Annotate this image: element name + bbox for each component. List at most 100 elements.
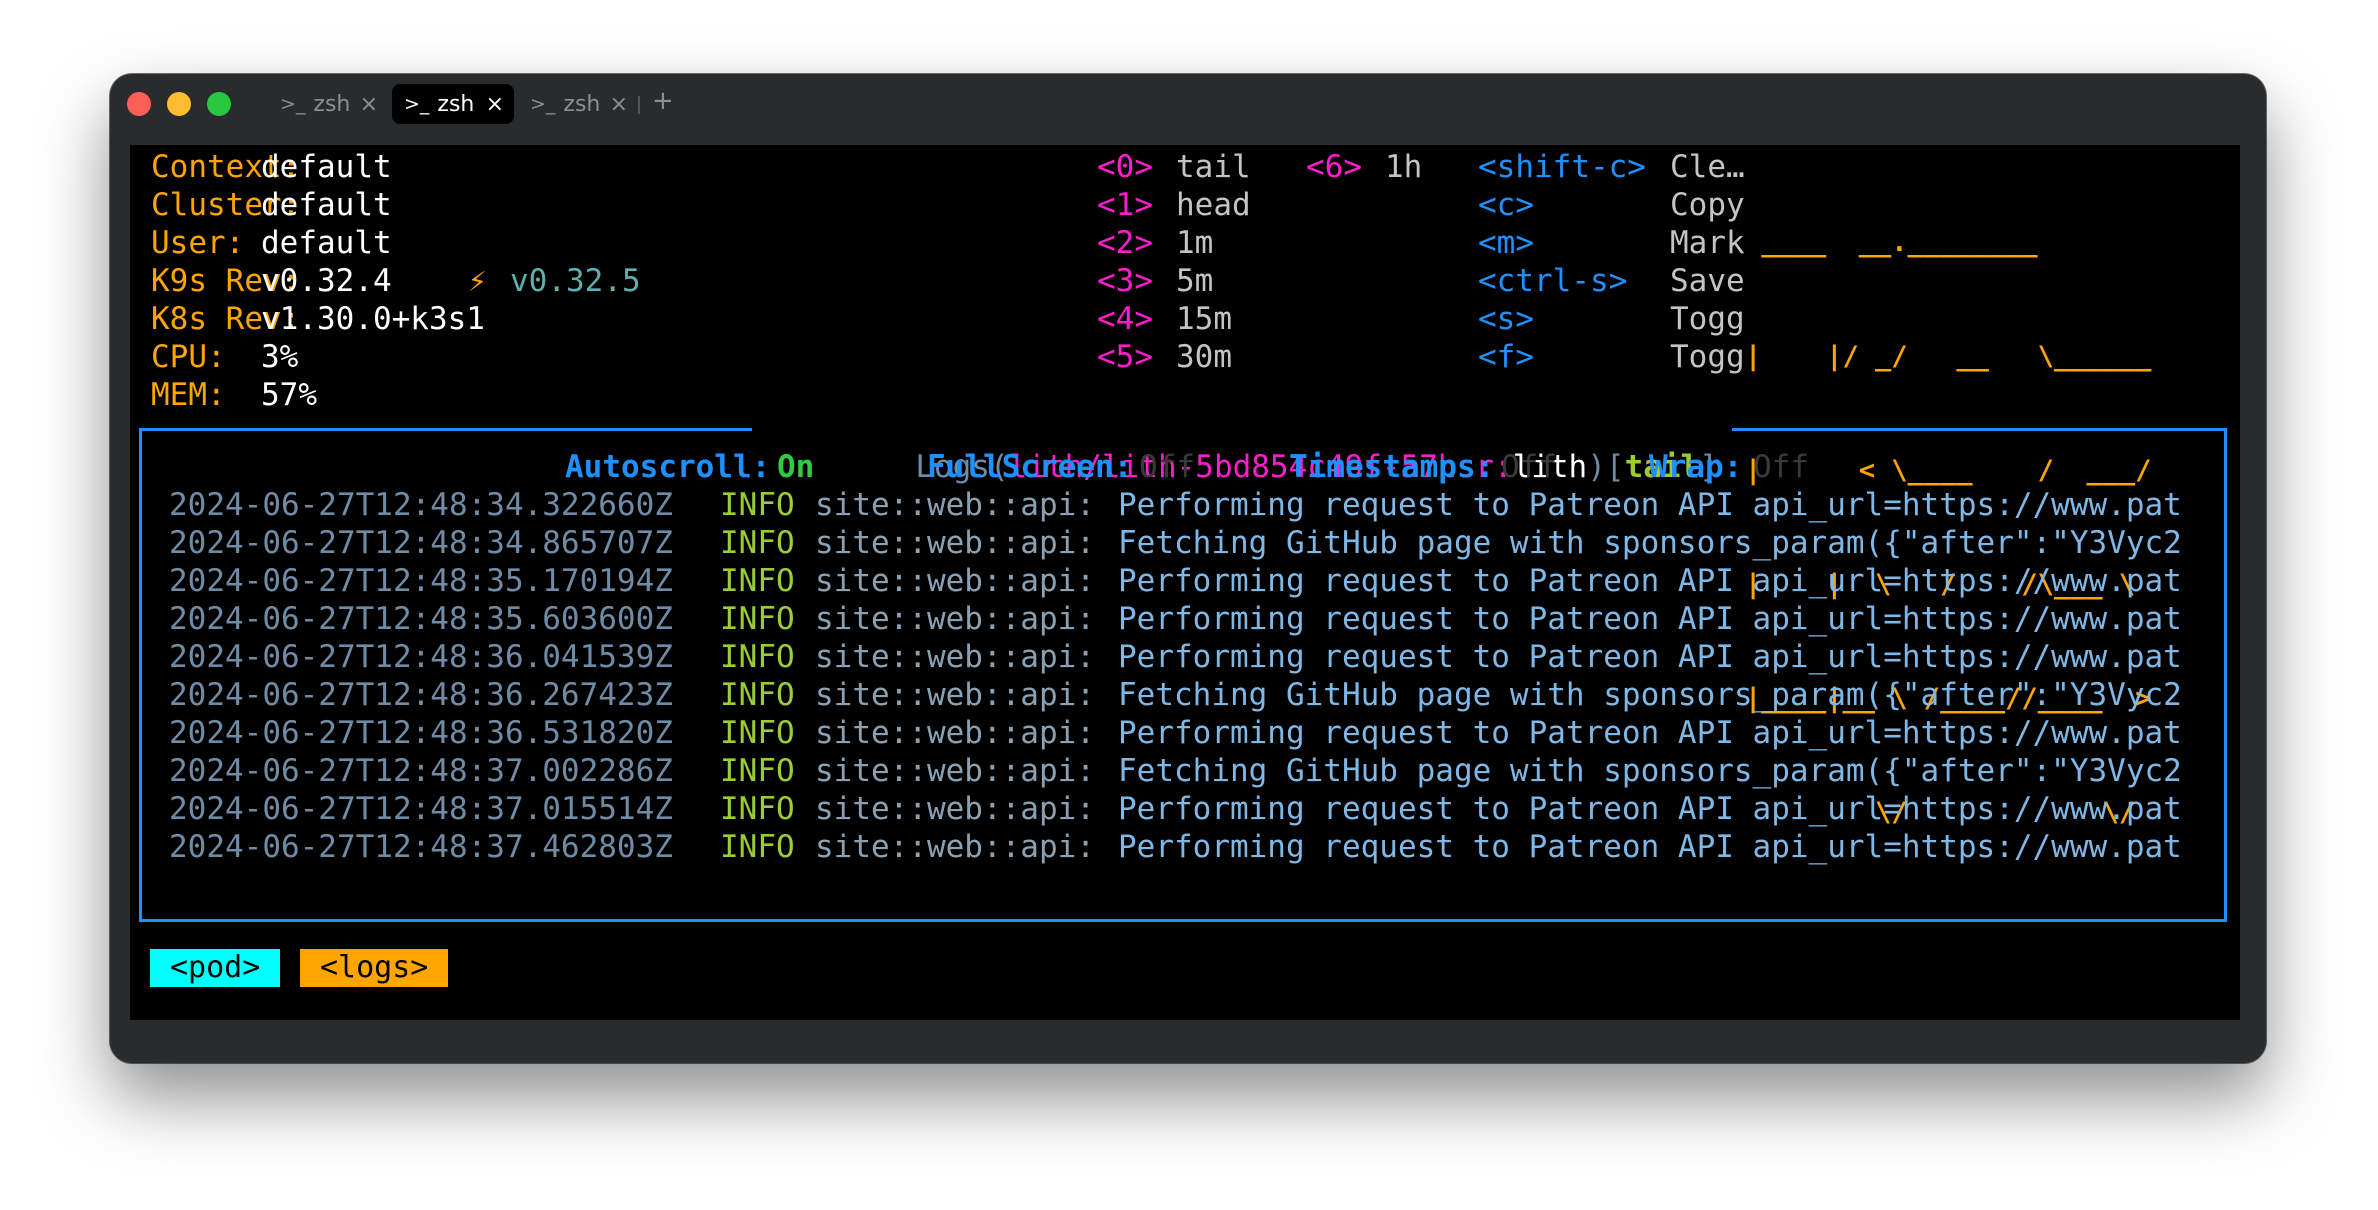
log-message: Performing request to Patreon API api_ur… [1118,639,2182,675]
logs-panel[interactable]: Logs(lith/lith-5bd854c49f-57hsr:lith)[ta… [139,410,2227,922]
log-message: Fetching GitHub page with sponsors_param… [1118,525,2182,561]
menu-key[interactable]: <5> [1097,338,1153,376]
menu-action: Togg [1670,339,1745,375]
logo-line: | |/ _/ __ \______ [1745,341,2152,372]
log-timestamp: 2024-06-27T12:48:37.462803Z [169,829,673,865]
log-target: site::web::api: [815,487,1095,523]
info-label: User: [151,225,245,261]
mode-bracket: [ [1605,449,1625,485]
menu-key[interactable]: <m> [1478,224,1534,262]
terminal-window: >_ zsh × >_ zsh × >_ zsh × + Context: de… [110,74,2266,1063]
info-label: MEM: [151,377,226,413]
menu-action: head [1176,187,1251,223]
log-message: Performing request to Patreon API api_ur… [1118,829,2182,865]
log-message: Fetching GitHub page with sponsors_param… [1118,677,2182,713]
terminal-prompt-icon: >_ [404,93,430,115]
log-target: site::web::api: [815,639,1095,675]
menu-key[interactable]: <2> [1097,224,1153,262]
log-target: site::web::api: [815,525,1095,561]
menu-key[interactable]: <3> [1097,262,1153,300]
menu-action: 5m [1176,263,1214,299]
info-value: default [261,187,392,223]
menu-action: 15m [1176,301,1232,337]
close-window-button[interactable] [127,92,151,116]
menu-action: tail [1176,149,1251,185]
tab-zsh-1[interactable]: >_ zsh × [268,84,388,124]
menu-key[interactable]: <f> [1478,338,1534,376]
log-level: INFO [720,525,795,561]
menu-action: Togg [1670,301,1745,337]
timestamps-label: Timestamps: [1289,449,1495,485]
title-bar: >_ zsh × >_ zsh × >_ zsh × + [110,74,2266,132]
log-level: INFO [720,829,795,865]
autoscroll-value[interactable]: On [777,448,814,486]
minimize-window-button[interactable] [167,92,191,116]
zoom-window-button[interactable] [207,92,231,116]
log-message: Performing request to Patreon API api_ur… [1118,487,2182,523]
wrap-value[interactable]: Off [1753,448,1809,486]
menu-key[interactable]: <shift-c> [1478,148,1646,186]
menu-key[interactable]: <1> [1097,186,1153,224]
menu-action: Copy [1670,187,1745,223]
log-target: site::web::api: [815,563,1095,599]
log-target: site::web::api: [815,715,1095,751]
log-timestamp: 2024-06-27T12:48:35.170194Z [169,563,673,599]
tab-zsh-2[interactable]: >_ zsh × [392,84,514,124]
crumb-logs[interactable]: <logs> [300,949,449,987]
log-target: site::web::api: [815,829,1095,865]
log-target: site::web::api: [815,753,1095,789]
log-timestamp: 2024-06-27T12:48:36.267423Z [169,677,673,713]
menu-action: Save [1670,263,1745,299]
menu-action: 1m [1176,225,1214,261]
menu-key[interactable]: <c> [1478,186,1534,224]
upgrade-version: v0.32.5 [510,263,641,299]
fullscreen-value[interactable]: Off [1139,448,1195,486]
menu-action: Cle… [1670,149,1745,185]
info-label: CPU: [151,339,226,375]
new-tab-button[interactable]: + [652,86,674,116]
log-timestamp: 2024-06-27T12:48:34.322660Z [169,487,673,523]
close-icon[interactable]: × [610,92,628,117]
timestamps-value[interactable]: Off [1501,448,1557,486]
log-level: INFO [720,791,795,827]
terminal-prompt-icon: >_ [280,93,306,115]
menu-action: 30m [1176,339,1232,375]
log-timestamp: 2024-06-27T12:48:34.865707Z [169,525,673,561]
log-level: INFO [720,563,795,599]
menu-key[interactable]: <6> [1306,148,1362,186]
terminal-prompt-icon: >_ [530,93,556,115]
menu-key[interactable]: <s> [1478,300,1534,338]
info-value: 57% [261,377,317,413]
tab-label: zsh [437,91,475,117]
log-message: Performing request to Patreon API api_ur… [1118,791,2182,827]
log-timestamp: 2024-06-27T12:48:36.041539Z [169,639,673,675]
logo-line: ____ __.________ [1745,227,2152,258]
menu-key[interactable]: <ctrl-s> [1478,262,1627,300]
bolt-icon: ⚡ [468,263,487,299]
menu-action: 1h [1385,149,1423,185]
tab-zsh-3[interactable]: >_ zsh × [518,84,638,124]
menu-key[interactable]: <4> [1097,300,1153,338]
tab-divider [638,96,640,114]
info-value: 3% [261,339,299,375]
info-value: default [261,225,392,261]
log-target: site::web::api: [815,601,1095,637]
log-message: Performing request to Patreon API api_ur… [1118,715,2182,751]
info-value: default [261,149,392,185]
log-target: site::web::api: [815,791,1095,827]
log-level: INFO [720,639,795,675]
log-level: INFO [720,601,795,637]
log-level: INFO [720,487,795,523]
menu-action: Mark [1670,225,1745,261]
log-level: INFO [720,715,795,751]
close-icon[interactable]: × [486,92,504,117]
log-timestamp: 2024-06-27T12:48:37.015514Z [169,791,673,827]
crumb-pod[interactable]: <pod> [150,949,281,987]
log-timestamp: 2024-06-27T12:48:37.002286Z [169,753,673,789]
close-icon[interactable]: × [360,92,378,117]
terminal-content[interactable]: Context: default Cluster: default User: … [130,145,2240,1020]
menu-key[interactable]: <0> [1097,148,1153,186]
log-level: INFO [720,677,795,713]
log-message: Fetching GitHub page with sponsors_param… [1118,753,2182,789]
tab-label: zsh [313,91,351,117]
